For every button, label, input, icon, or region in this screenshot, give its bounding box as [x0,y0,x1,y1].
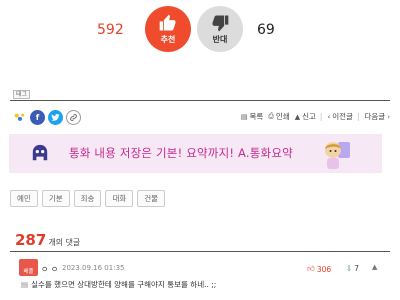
comment-text: 실수를 했으면 상대방한테 양해를 구해야지 통보를 하네.. ;; [31,280,217,289]
article-actions: ▤ 목록 ⎙ 인쇄 ▲ 신고 | ‹ 이전글 | 다음글 › [236,111,390,122]
list-button[interactable]: ▤ 목록 [241,111,263,122]
list-label: 목록 [249,112,264,121]
upvote-button[interactable]: 추천 [145,6,191,52]
downvote-label: 반대 [212,35,228,44]
comment-report-icon[interactable]: ▲ [372,263,377,271]
facebook-icon[interactable]: f [30,110,45,125]
comment-like-count: 306 [316,264,332,274]
link-icon[interactable] [66,110,81,125]
separator: | [319,112,323,121]
comment-dislike-button[interactable]: ⇩ 7 [346,264,359,273]
thumbs-down-icon: ⇩ [346,264,353,273]
separator: | [356,112,360,121]
next-post-button[interactable]: 다음글 › [364,111,390,122]
keyword-tag[interactable]: 대화 [105,190,134,207]
upvote-label: 추천 [160,35,176,44]
comment-count: 287 [15,231,47,249]
chevron-left-icon: ‹ [327,112,331,121]
best-comment-badge: 배플 [19,259,38,276]
comment-item: 배플 ㅇ ㅇ 2023.09.16 01:35 👍︎ 306 ⇩ 7 ▲ ▤ 실수… [10,256,390,296]
thumbs-up-icon: 👍︎ [307,264,315,273]
keyword-tag[interactable]: 죄송 [73,190,102,207]
comment-body: ▤ 실수를 했으면 상대방한테 양해를 구해야지 통보를 하네.. ;; [21,279,216,290]
upvote-count: 592 [97,22,124,38]
thumbs-down-icon [212,15,229,32]
app-logo-icon [32,144,48,161]
comment-date: 2023.09.16 01:35 [62,264,125,272]
tag-label: 태그 [13,90,31,99]
prev-post-button[interactable]: ‹ 이전글 [327,111,353,122]
comments-header: 287 개의 댓글 [15,231,80,249]
prev-post-label: 이전글 [332,112,353,121]
banner-text: 통화 내용 저장은 기본! 요약까지! A.통화요약 [69,146,293,160]
twitter-icon[interactable] [48,110,63,125]
keyword-tags: 예민 기분 죄송 대화 건물 [10,190,166,207]
keyword-tag[interactable]: 예민 [10,190,38,207]
reply-icon: ▤ [21,280,29,289]
print-button[interactable]: ⎙ 인쇄 [268,111,289,122]
comment-count-label: 개의 댓글 [48,238,81,247]
ad-banner[interactable]: 통화 내용 저장은 기본! 요약까지! A.통화요약 [9,134,382,173]
downvote-button[interactable]: 반대 [197,6,243,52]
downvote-count: 69 [257,22,275,38]
siren-icon: ▲ [294,112,301,121]
chevron-right-icon: › [387,112,390,121]
list-icon: ▤ [240,112,248,121]
keyword-tag[interactable]: 건물 [137,190,166,207]
comment-author[interactable]: ㅇ ㅇ [41,264,58,275]
next-post-label: 다음글 [364,112,386,121]
comment-like-button[interactable]: 👍︎ 306 [307,264,331,274]
divider [10,251,390,252]
comment-dislike-count: 7 [354,264,360,273]
share-bar: f [12,109,81,126]
character-icon [325,142,350,169]
report-button[interactable]: ▲ 신고 [295,111,316,122]
thumbs-up-icon [159,14,176,31]
divider [10,100,390,101]
report-label: 신고 [302,112,316,121]
print-icon: ⎙ [268,112,274,120]
keyword-tag[interactable]: 기분 [41,190,70,207]
print-label: 인쇄 [275,112,290,121]
vote-section: 592 추천 반대 69 [0,3,400,55]
kakao-icon[interactable] [12,110,27,125]
